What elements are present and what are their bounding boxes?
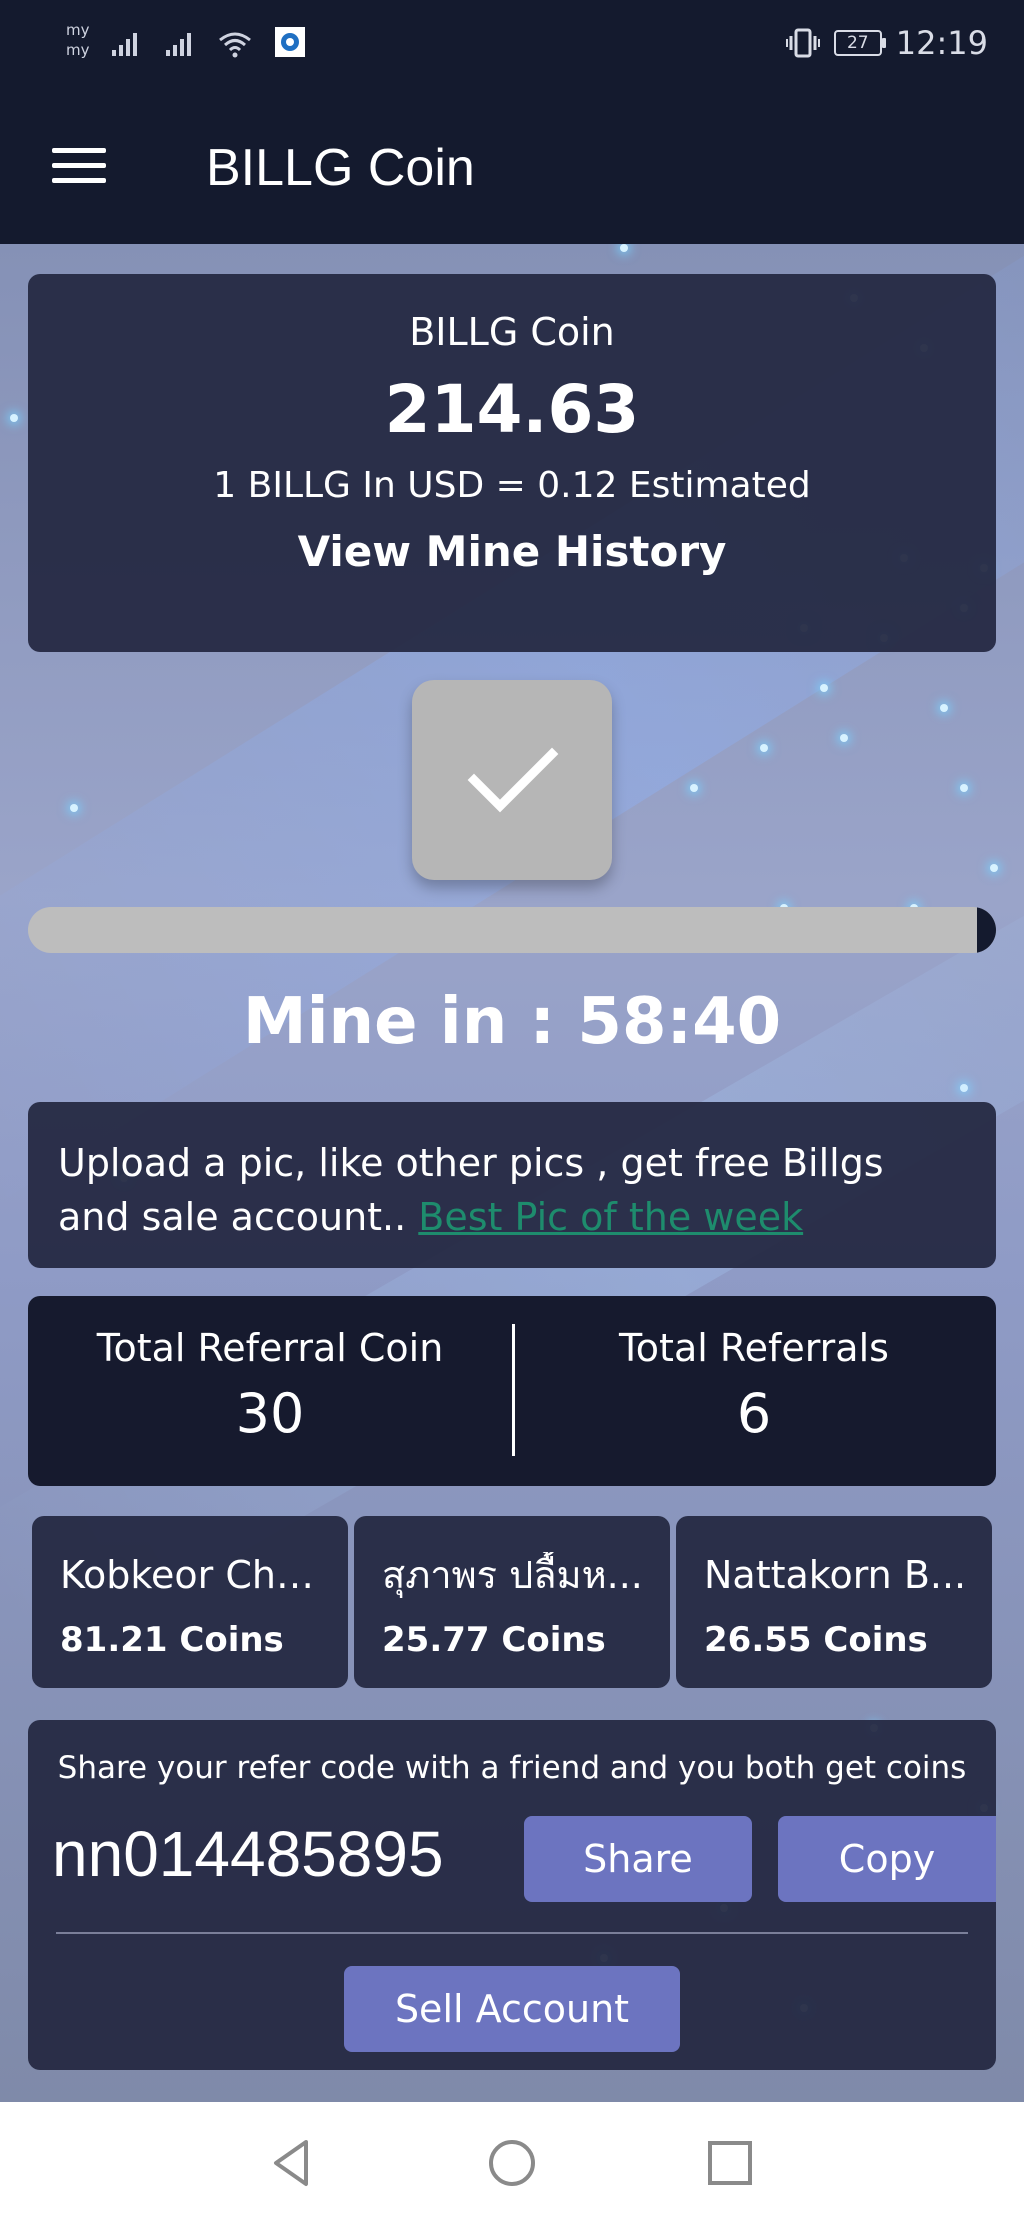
mine-timer: Mine in : 58:40 (242, 985, 782, 1059)
member-coins: 26.55 Coins (704, 1620, 928, 1660)
promo-message: Upload a pic, like other pics , get free… (28, 1102, 996, 1244)
background-star (840, 734, 848, 742)
mine-button[interactable] (412, 680, 612, 880)
referrals-count-value: 6 (736, 1382, 772, 1445)
referrals-count-label: Total Referrals (619, 1326, 889, 1370)
member-coins: 81.21 Coins (60, 1620, 284, 1660)
balance-amount: 214.63 (384, 371, 640, 448)
app-title: BILLG Coin (206, 139, 475, 197)
system-nav-bar (0, 2102, 1024, 2218)
promo-card: Upload a pic, like other pics , get free… (28, 1102, 996, 1268)
status-icons-left (110, 26, 306, 58)
main-content: BILLG Coin 214.63 1 BILLG In USD = 0.12 … (0, 244, 1024, 2102)
copy-button[interactable]: Copy (778, 1816, 996, 1902)
background-star (690, 784, 698, 792)
background-star (990, 864, 998, 872)
referral-coin-value: 30 (235, 1382, 305, 1445)
vibrate-icon (785, 28, 820, 58)
best-pic-link[interactable]: Best Pic of the week (418, 1195, 803, 1239)
carrier-label: my (66, 21, 90, 39)
total-referral-coin: Total Referral Coin 30 (28, 1296, 512, 1486)
status-bar: my my 27 12:19 (0, 0, 1024, 90)
referral-stats-card: Total Referral Coin 30 Total Referrals 6 (28, 1296, 996, 1486)
carrier-labels: my my (66, 20, 90, 60)
total-referrals: Total Referrals 6 (512, 1296, 996, 1486)
sell-account-button[interactable]: Sell Account (344, 1966, 680, 2052)
carrier-label: my (66, 41, 90, 59)
status-icons-right: 27 12:19 (785, 24, 988, 62)
menu-icon[interactable] (52, 148, 106, 184)
referral-member-card[interactable]: Kobkeor Cha... 81.21 Coins (32, 1516, 348, 1688)
background-star (760, 744, 768, 752)
share-button[interactable]: Share (524, 1816, 752, 1902)
background-star (820, 684, 828, 692)
background-star (960, 784, 968, 792)
background-star (940, 704, 948, 712)
signal-icon (112, 33, 137, 56)
referral-member-card[interactable]: Nattakorn B... 26.55 Coins (676, 1516, 992, 1688)
app-bar: BILLG Coin (0, 90, 1024, 244)
referral-coin-label: Total Referral Coin (96, 1326, 444, 1370)
balance-card: BILLG Coin 214.63 1 BILLG In USD = 0.12 … (28, 274, 996, 652)
progress-remaining (976, 907, 996, 953)
member-coins: 25.77 Coins (382, 1620, 606, 1660)
background-star (10, 414, 18, 422)
app-notification-icon (275, 27, 305, 57)
wifi-icon (219, 32, 251, 58)
share-code-card: Share your refer code with a friend and … (28, 1720, 996, 2070)
background-star (620, 244, 628, 252)
recents-icon[interactable] (703, 2136, 757, 2190)
mining-progress-bar (28, 907, 996, 953)
checkmark-icon (467, 747, 559, 813)
referral-member-card[interactable]: สุภาพร ปลื้มห... 25.77 Coins (354, 1516, 670, 1688)
back-icon[interactable] (266, 2136, 320, 2190)
home-icon[interactable] (485, 2136, 539, 2190)
divider (56, 1932, 968, 1934)
battery-icon: 27 (833, 30, 886, 56)
battery-level: 27 (846, 33, 869, 53)
status-time: 12:19 (895, 24, 988, 62)
balance-label: BILLG Coin (409, 310, 615, 354)
view-mine-history-link[interactable]: View Mine History (28, 526, 996, 578)
signal-icon (166, 33, 191, 56)
member-name: สุภาพร ปลื้มห... (382, 1553, 643, 1597)
conversion-rate: 1 BILLG In USD = 0.12 Estimated (213, 465, 811, 506)
member-name: Nattakorn B... (704, 1553, 967, 1597)
member-name: Kobkeor Cha... (60, 1553, 330, 1597)
background-star (70, 804, 78, 812)
referral-code: nn014485895 (52, 1818, 444, 1890)
background-star (960, 1084, 968, 1092)
share-instructions: Share your refer code with a friend and … (57, 1750, 967, 1786)
